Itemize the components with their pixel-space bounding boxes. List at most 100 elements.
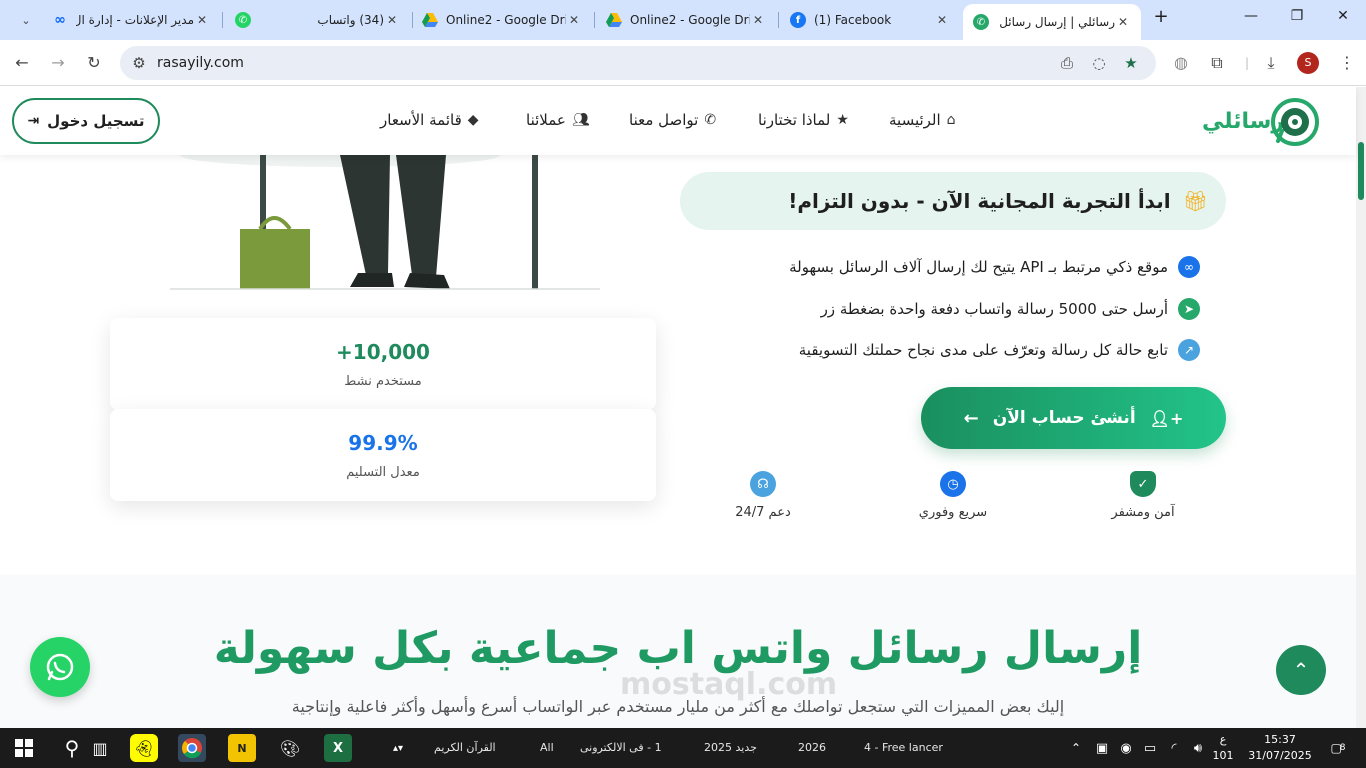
chevron-up-icon: ⌃ [1292, 658, 1310, 682]
facebook-icon: f [790, 12, 806, 28]
windows-start-icon[interactable] [10, 734, 38, 762]
shield-icon: ✓ [1130, 471, 1156, 497]
taskbar-toolbar-item[interactable]: 1 - فى الالكترونى [580, 741, 662, 754]
login-button[interactable]: ⇥ تسجيل دخول [12, 98, 160, 144]
stat-card-users: +10,000 مستخدم نشط [110, 318, 656, 410]
tab-google-drive-2[interactable]: Online2 - Google Driv ✕ [596, 6, 776, 34]
scroll-to-top-button[interactable]: ⌃ [1276, 645, 1326, 695]
language-indicator[interactable]: ع 101 [1210, 732, 1236, 764]
new-tab-button[interactable]: + [1148, 6, 1174, 27]
feature-item-tracking: تابع حالة كل رسالة وتعرّف على مدى نجاح ح… [799, 339, 1200, 361]
tab-title: رسائلي | إرسال رسائل و [997, 15, 1115, 29]
site-info-icon[interactable]: ⚙ [130, 54, 148, 72]
bookmark-star-icon[interactable]: ★ [1122, 54, 1140, 72]
taskbar-toolbar-item[interactable]: All [540, 741, 554, 754]
badge-label: دعم 24/7 [735, 505, 791, 520]
close-window-button[interactable]: ✕ [1320, 8, 1366, 24]
google-drive-icon [606, 12, 622, 28]
badge-secure: ✓ آمن ومشفر [1083, 471, 1203, 520]
back-button[interactable]: ← [10, 51, 34, 75]
snapchat-icon[interactable]: 👻︎ [130, 734, 158, 762]
gift-icon: 🎁︎ [1182, 189, 1208, 213]
chrome-icon[interactable] [178, 734, 206, 762]
taskbar-toolbar-item[interactable]: 2026 [798, 741, 826, 754]
forward-button[interactable]: → [46, 51, 70, 75]
feature-item-api: موقع ذكي مرتبط بـ API يتيح لك إرسال آلاف… [789, 256, 1200, 278]
tab-title: (1) Facebook [814, 13, 892, 27]
feature-text: موقع ذكي مرتبط بـ API يتيح لك إرسال آلاف… [789, 258, 1168, 276]
create-account-button[interactable]: ← أنشئ حساب الآن 👤︎+ [921, 387, 1226, 449]
stat-label: معدل التسليم [346, 465, 420, 480]
whatsapp-chat-button[interactable] [30, 637, 90, 697]
site-header: ⇥ تسجيل دخول ◆ قائمة الأسعار 👥︎ عملائنا … [0, 87, 1356, 155]
nav-item-contact[interactable]: ✆ تواصل معنا [629, 111, 716, 129]
app-icon[interactable]: N [228, 734, 256, 762]
close-icon[interactable]: ✕ [750, 13, 766, 27]
address-bar[interactable]: ⚙ rasayily.com ⎙ ◌ ★ [120, 46, 1156, 80]
tab-google-drive-1[interactable]: Online2 - Google Driv ✕ [412, 6, 592, 34]
translate-icon[interactable]: ◍ [1170, 52, 1192, 74]
taskbar-toolbar-item[interactable]: 4 - Free lancer [864, 741, 943, 754]
paint-icon[interactable]: 🎨︎ [276, 734, 304, 762]
free-trial-pill: ابدأ التجربة المجانية الآن - بدون التزام… [680, 172, 1226, 230]
logo-icon[interactable] [1270, 97, 1320, 147]
eye-off-icon[interactable]: ◌ [1090, 54, 1108, 72]
tab-rasayily[interactable]: ✆ رسائلي | إرسال رسائل و ✕ [963, 4, 1141, 40]
login-label: تسجيل دخول [47, 112, 145, 130]
login-arrow-icon: ⇥ [27, 113, 40, 129]
scrollbar-thumb[interactable] [1358, 142, 1364, 200]
restore-button[interactable]: ❐ [1274, 8, 1320, 24]
task-view-icon[interactable]: ▥ [86, 734, 114, 762]
stat-label: مستخدم نشط [344, 374, 422, 389]
whatsapp-icon [46, 653, 74, 681]
reload-button[interactable]: ↻ [82, 51, 106, 75]
star-icon: ★ [836, 112, 849, 128]
hero-section: +10,000 مستخدم نشط 99.9% معدل التسليم اب… [0, 155, 1356, 575]
nav-item-prices[interactable]: ◆ قائمة الأسعار [380, 111, 479, 129]
clock-icon: ◷ [940, 471, 966, 497]
volume-icon[interactable]: 🔊︎ [1184, 734, 1212, 762]
install-app-icon[interactable]: ⎙ [1058, 54, 1076, 72]
taskbar-scroll-icon[interactable]: ▴▾ [388, 734, 408, 762]
taskbar-toolbar-item[interactable]: القرآن الكريم [434, 741, 496, 754]
nav-item-home[interactable]: ⌂ الرئيسية [889, 111, 956, 129]
tab-list-button[interactable]: ⌄ [8, 6, 38, 34]
nav-item-why-us[interactable]: ★ لماذا تختارنا [758, 111, 849, 129]
url-text[interactable]: rasayily.com [157, 55, 244, 71]
close-icon[interactable]: ✕ [384, 13, 400, 27]
menu-kebab-icon[interactable]: ⋮ [1336, 52, 1358, 74]
close-icon[interactable]: ✕ [194, 13, 210, 27]
notification-center-button[interactable]: ▢ 8 [1324, 734, 1352, 762]
chevron-up-icon[interactable]: ⌃ [1062, 734, 1090, 762]
nav-label: تواصل معنا [629, 111, 699, 129]
tag-icon: ◆ [467, 112, 479, 128]
close-icon[interactable]: ✕ [1115, 15, 1131, 29]
tab-title: Online2 - Google Driv [630, 13, 750, 27]
extensions-icon[interactable]: ⧉ [1206, 52, 1228, 74]
tab-facebook[interactable]: f (1) Facebook ✕ [780, 6, 960, 34]
notification-count: 8 [1339, 743, 1346, 753]
send-icon: ➤ [1178, 298, 1200, 320]
taskbar-toolbar-item[interactable]: جديد 2025 [704, 741, 757, 754]
profile-avatar[interactable]: S [1297, 52, 1319, 74]
feature-item-bulk: أرسل حتى 5000 رسالة واتساب دفعة واحدة بض… [821, 298, 1200, 320]
download-icon[interactable]: ⤓ [1260, 52, 1282, 74]
close-icon[interactable]: ✕ [566, 13, 582, 27]
stat-value: +10,000 [336, 340, 430, 364]
minimize-button[interactable]: — [1228, 8, 1274, 24]
stat-card-delivery: 99.9% معدل التسليم [110, 409, 656, 501]
close-icon[interactable]: ✕ [934, 13, 950, 27]
clock[interactable]: 15:37 31/07/2025 [1248, 732, 1312, 764]
cta-label: أنشئ حساب الآن [992, 408, 1136, 428]
feature-text: تابع حالة كل رسالة وتعرّف على مدى نجاح ح… [798, 341, 1168, 359]
search-icon[interactable]: ⚲ [58, 734, 86, 762]
nav-label: قائمة الأسعار [380, 111, 462, 129]
excel-icon[interactable]: X [324, 734, 352, 762]
tab-ads-manager[interactable]: ∞ مدير الإعلانات - إدارة ال ✕ [42, 6, 220, 34]
nav-item-clients[interactable]: 👥︎ عملائنا [526, 111, 590, 129]
features-section: إرسال رسائل واتس اب جماعية بكل سهولة إلي… [0, 575, 1356, 728]
clock-time: 15:37 [1264, 733, 1296, 746]
nav-label: عملائنا [526, 111, 566, 129]
browser-tab-bar: ⌄ ∞ مدير الإعلانات - إدارة ال ✕ ✆ (34) و… [0, 0, 1366, 40]
tab-whatsapp[interactable]: ✆ (34) واتساب ✕ [225, 6, 410, 34]
